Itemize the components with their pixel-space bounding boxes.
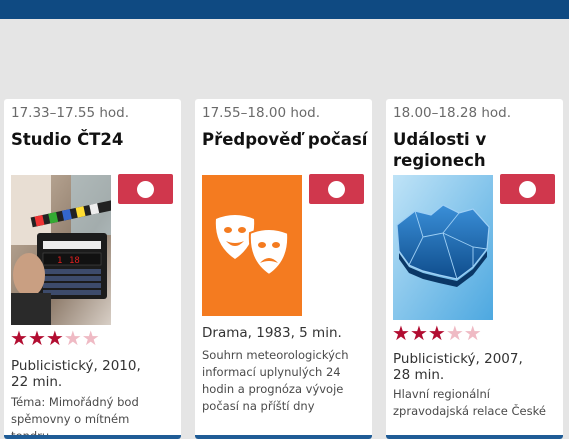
czech-map-photo [393, 175, 493, 320]
record-icon [328, 181, 345, 198]
top-navigation-bar [0, 0, 569, 19]
card-bottom-border [386, 435, 563, 439]
program-time: 18.00–18.28 hod. [393, 105, 512, 121]
card-bottom-border [195, 435, 372, 439]
program-genre: Drama, 1983, 5 min. [202, 325, 342, 341]
program-title[interactable]: Studio ČT24 [11, 129, 171, 150]
program-card[interactable]: 17.55–18.00 hod. Předpověď počasí Drama,… [195, 99, 372, 439]
svg-text:18: 18 [69, 256, 80, 266]
program-card[interactable]: 17.33–17.55 hod. Studio ČT24 1 18 ★★★★★ … [4, 99, 181, 439]
svg-text:1: 1 [57, 256, 62, 266]
record-button[interactable] [309, 174, 364, 204]
card-bottom-border [4, 435, 181, 439]
program-time: 17.33–17.55 hod. [11, 105, 130, 121]
program-card[interactable]: 18.00–18.28 hod. Události v regionech ★★… [386, 99, 563, 439]
record-icon [137, 181, 154, 198]
program-description: Téma: Mimořádný bod spěmovny o mítném te… [11, 395, 139, 439]
program-genre: Publicistický, 2007, 28 min. [393, 351, 523, 383]
rating-stars: ★★★★★ [392, 321, 482, 345]
record-button[interactable] [500, 174, 555, 204]
rating-stars: ★★★★★ [10, 326, 100, 350]
film-clapperboard-photo: 1 18 [11, 175, 111, 325]
program-title[interactable]: Předpověď počasí [202, 129, 367, 150]
record-button[interactable] [118, 174, 173, 204]
program-time: 17.55–18.00 hod. [202, 105, 321, 121]
program-thumbnail[interactable] [393, 175, 493, 320]
program-title[interactable]: Události v regionech [393, 129, 501, 171]
program-thumbnail[interactable]: 1 18 [11, 175, 111, 325]
program-thumbnail[interactable] [202, 175, 302, 316]
program-description: Hlavní regionální zpravodajská relace Če… [393, 387, 546, 418]
program-genre: Publicistický, 2010, 22 min. [11, 358, 141, 390]
record-icon [519, 181, 536, 198]
theater-masks-icon [215, 215, 290, 277]
program-description: Souhrn meteorologických informací uplynu… [202, 348, 349, 413]
